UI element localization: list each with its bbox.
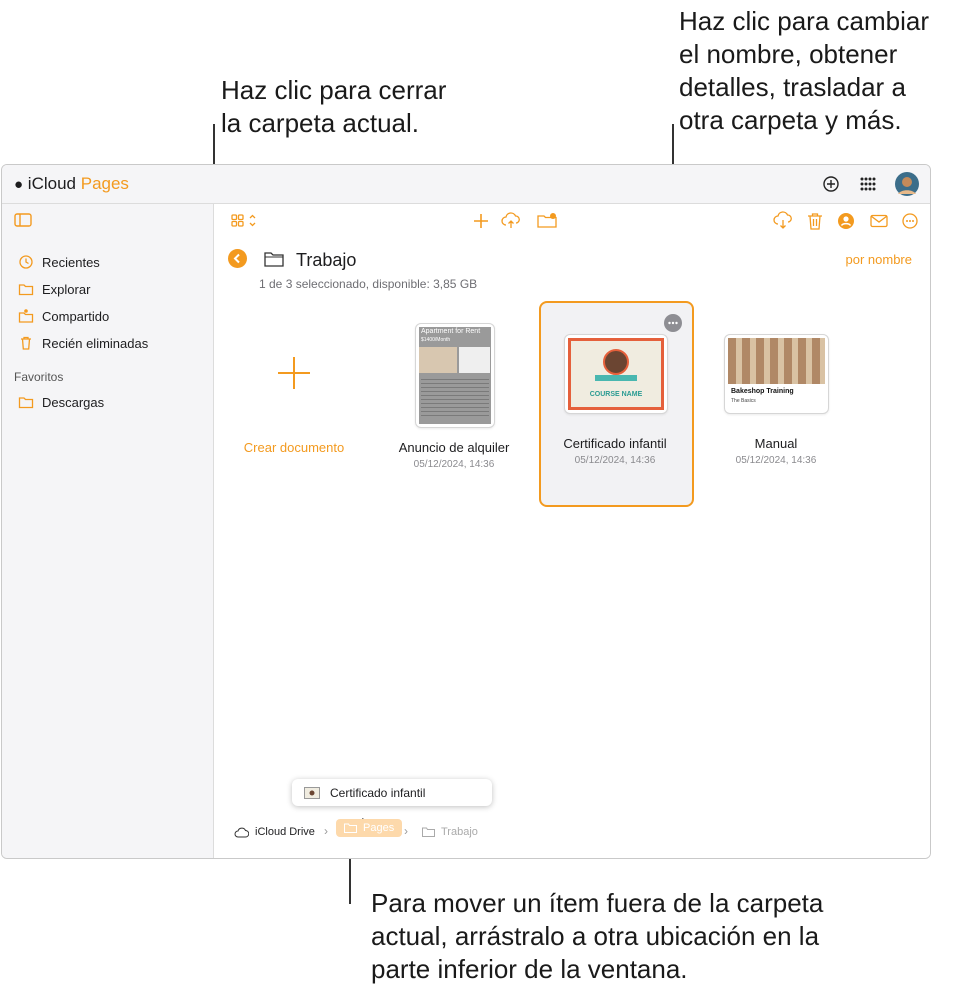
- document-thumbnail[interactable]: COURSE NAME: [564, 334, 668, 414]
- chevron-right-icon: ›: [324, 824, 328, 838]
- sidebar-item-label: Explorar: [42, 281, 91, 297]
- callout-more-options: Haz clic para cambiar el nombre, obtener…: [679, 6, 929, 135]
- thumb-subtitle: $1400/Month: [421, 337, 451, 343]
- drag-preview: Certificado infantil: [292, 779, 492, 806]
- back-button[interactable]: [228, 249, 247, 268]
- breadcrumb-pages[interactable]: Pages: [336, 819, 403, 837]
- sidebar-item-recien-eliminadas[interactable]: Recién eliminadas: [18, 335, 148, 351]
- document-name: Certificado infantil: [563, 436, 667, 451]
- callout-close-folder: Haz clic para cerrar la carpeta actual.: [221, 75, 447, 138]
- create-document-label: Crear documento: [243, 440, 345, 455]
- avatar[interactable]: [895, 172, 919, 196]
- add-icon[interactable]: [470, 210, 492, 232]
- thumb-photo: [419, 347, 457, 373]
- document-name: Anuncio de alquiler: [398, 440, 510, 455]
- sidebar-item-label: Recientes: [42, 254, 100, 270]
- add-circle-icon[interactable]: [820, 173, 842, 195]
- document-thumbnail[interactable]: Bakeshop Training The Basics: [724, 334, 829, 414]
- chevron-right-icon: ›: [404, 824, 408, 838]
- sidebar-item-explorar[interactable]: Explorar: [18, 281, 90, 297]
- breadcrumb-label: iCloud Drive: [255, 826, 315, 838]
- document-date: 05/12/2024, 14:36: [413, 459, 495, 470]
- thumb-title: Bakeshop Training: [731, 388, 794, 395]
- folder-subtitle: 1 de 3 seleccionado, disponible: 3,85 GB: [259, 277, 478, 291]
- thumb-photo: [728, 338, 825, 384]
- thumb-text-block: [421, 379, 489, 419]
- create-document-tile[interactable]: Crear documento: [239, 334, 349, 464]
- upload-icon[interactable]: [500, 210, 522, 232]
- sidebar-item-recientes[interactable]: Recientes: [18, 254, 100, 270]
- folder-icon: [422, 827, 435, 837]
- thumb-subtitle: The Basics: [731, 398, 756, 404]
- breadcrumb-label: Trabajo: [441, 826, 478, 838]
- breadcrumb-trabajo[interactable]: Trabajo: [422, 826, 478, 838]
- share-collaborate-icon[interactable]: [835, 210, 857, 232]
- folder-icon: [18, 284, 34, 296]
- pages-window: ● iCloud Pages Recientes Explorar Compar…: [1, 164, 931, 859]
- sidebar-item-label: Descargas: [42, 394, 105, 410]
- apple-icon: ●: [14, 176, 24, 193]
- document-tile-certificado[interactable]: Certificado infantil 05/12/2024, 14:36: [544, 436, 686, 466]
- document-tile-manual[interactable]: Manual 05/12/2024, 14:36: [706, 436, 846, 466]
- app-brand[interactable]: ● iCloud Pages: [14, 174, 129, 194]
- callout-move-item: Para mover un ítem fuera de la carpeta a…: [371, 888, 824, 984]
- document-date: 05/12/2024, 14:36: [735, 455, 817, 466]
- download-icon[interactable]: [772, 210, 794, 232]
- app-grid-icon[interactable]: [857, 173, 879, 195]
- sidebar: Recientes Explorar Compartido Recién eli…: [2, 204, 214, 858]
- thumb-photo: [459, 347, 490, 373]
- sort-menu[interactable]: por nombre: [846, 252, 912, 267]
- document-tile-anuncio[interactable]: Anuncio de alquiler 05/12/2024, 14:36: [384, 440, 524, 470]
- document-name: Manual: [754, 436, 798, 451]
- shared-folder-icon: [18, 309, 34, 323]
- more-options-icon[interactable]: [664, 314, 682, 332]
- brand-pages: Pages: [80, 174, 129, 193]
- folder-icon: [18, 397, 34, 409]
- cloud-icon: [234, 827, 249, 837]
- thumb-photo: [603, 349, 629, 375]
- thumb-banner: [595, 375, 637, 381]
- plus-icon: [278, 357, 310, 389]
- view-options-icon[interactable]: [230, 210, 260, 232]
- document-thumbnail-icon: [304, 786, 320, 799]
- drag-preview-label: Certificado infantil: [330, 785, 426, 800]
- breadcrumb-label: Pages: [363, 822, 395, 834]
- delete-icon[interactable]: [804, 210, 826, 232]
- clock-icon: [19, 255, 33, 269]
- favorites-header: Favoritos: [14, 370, 64, 384]
- folder-icon: [264, 252, 284, 267]
- trash-icon: [21, 336, 31, 350]
- thumb-title: Apartment for Rent: [421, 328, 481, 335]
- new-folder-icon[interactable]: [536, 210, 558, 232]
- sidebar-toggle-icon[interactable]: [14, 212, 32, 228]
- document-date: 05/12/2024, 14:36: [574, 455, 656, 466]
- top-bar: ● iCloud Pages: [2, 165, 930, 204]
- breadcrumb-icloud-drive[interactable]: iCloud Drive: [234, 826, 315, 838]
- sidebar-item-compartido[interactable]: Compartido: [18, 308, 109, 324]
- folder-icon: [344, 823, 357, 833]
- mail-icon[interactable]: [868, 210, 890, 232]
- brand-icloud: iCloud: [27, 174, 76, 193]
- folder-title: Trabajo: [296, 250, 357, 270]
- sidebar-item-descargas[interactable]: Descargas: [18, 394, 104, 410]
- sidebar-item-label: Compartido: [42, 308, 110, 324]
- document-thumbnail[interactable]: Apartment for Rent $1400/Month: [415, 323, 495, 428]
- more-options-icon[interactable]: [899, 210, 921, 232]
- main-area: Trabajo 1 de 3 seleccionado, disponible:…: [214, 204, 930, 858]
- thumb-title: COURSE NAME: [589, 391, 643, 398]
- sidebar-item-label: Recién eliminadas: [42, 335, 149, 351]
